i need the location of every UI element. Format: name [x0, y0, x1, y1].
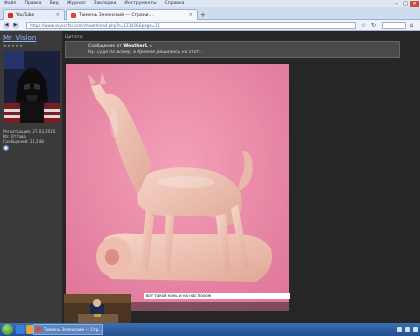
browser-menu-bar: Файл Правка Вид Журнал Закладки Инструме…	[0, 0, 420, 7]
menu-history[interactable]: Журнал	[67, 1, 86, 6]
tab-forum-thread[interactable]: Тюмень Зеленский — Страни... ×	[66, 9, 198, 20]
back-button[interactable]: ◀	[3, 22, 10, 29]
post-content: Цитата: Сообщение от WeatherL ◂ Ну, судя…	[62, 31, 420, 323]
plus-icon[interactable]: +	[200, 11, 208, 19]
view-post-icon[interactable]: ◂	[149, 44, 151, 49]
tab-youtube[interactable]: YouTube ×	[3, 9, 65, 20]
quote-author-prefix: Сообщение от	[88, 44, 124, 49]
tab-label: Тюмень Зеленский — Страни...	[79, 12, 153, 18]
quote-text: Ну, судя по всему, в Кремле решились на …	[88, 50, 204, 55]
search-input[interactable]	[382, 22, 406, 29]
address-bar[interactable]: https://www.skyscrfor.com/showthread.php…	[26, 22, 356, 29]
quote-box: Сообщение от WeatherL ◂ Ну, судя по всем…	[65, 41, 400, 58]
language-icon[interactable]	[413, 327, 418, 332]
ie-icon[interactable]	[16, 325, 25, 334]
forum-favicon-icon	[71, 12, 76, 18]
menu-bookmarks[interactable]: Закладки	[94, 1, 117, 6]
menu-edit[interactable]: Правка	[24, 1, 41, 6]
navigation-toolbar: ◀ ▶ https://www.skyscrfor.com/showthread…	[0, 20, 420, 31]
forward-button[interactable]: ▶	[12, 22, 19, 29]
forum-favicon-icon	[36, 327, 41, 332]
post-image[interactable]	[66, 64, 289, 311]
post-count: Сообщений: 11,248	[3, 139, 44, 144]
start-button[interactable]	[2, 324, 13, 335]
system-tray	[338, 324, 418, 335]
close-tab-icon[interactable]: ×	[189, 12, 193, 18]
rank-stars: ★★★★★	[3, 43, 24, 48]
user-info: Регистрация: 27.03.2010 Из: Оттава Сообщ…	[3, 129, 55, 144]
quote-author-name[interactable]: WeatherL	[123, 44, 147, 49]
reload-icon[interactable]: ↻	[370, 22, 377, 29]
youtube-icon	[8, 12, 13, 18]
post-author-sidebar: Mr_Vision ★★★★★ Регистрация: 27.03.2010 …	[0, 31, 62, 323]
windows-taskbar: Тюмень Зеленский — Стр...	[0, 323, 420, 336]
close-tab-icon[interactable]: ×	[56, 12, 60, 18]
menu-tools[interactable]: Инструменты	[124, 1, 156, 6]
network-icon[interactable]	[397, 327, 402, 332]
home-icon[interactable]: ⌂	[408, 22, 415, 29]
tab-label: YouTube	[16, 12, 35, 18]
username-link[interactable]: Mr_Vision	[3, 34, 36, 42]
menu-help[interactable]: Справка	[165, 1, 185, 6]
volume-icon[interactable]	[405, 327, 410, 332]
taskbar-window-label: Тюмень Зеленский — Стр...	[44, 327, 103, 332]
avatar	[4, 51, 60, 123]
image-caption: вот такой конь и на нас похож	[144, 293, 290, 299]
user-status-icon[interactable]: ●	[3, 145, 9, 151]
taskbar-browser-window[interactable]: Тюмень Зеленский — Стр...	[33, 324, 103, 335]
menu-file[interactable]: Файл	[4, 1, 16, 6]
embedded-video-thumbnail[interactable]	[64, 294, 131, 323]
tab-bar: YouTube × Тюмень Зеленский — Страни... ×…	[0, 7, 420, 20]
quote-author: Сообщение от WeatherL ◂	[88, 44, 151, 49]
quote-label: Цитата:	[65, 35, 84, 40]
star-icon[interactable]: ☆	[360, 22, 367, 29]
menu-view[interactable]: Вид	[50, 1, 59, 6]
